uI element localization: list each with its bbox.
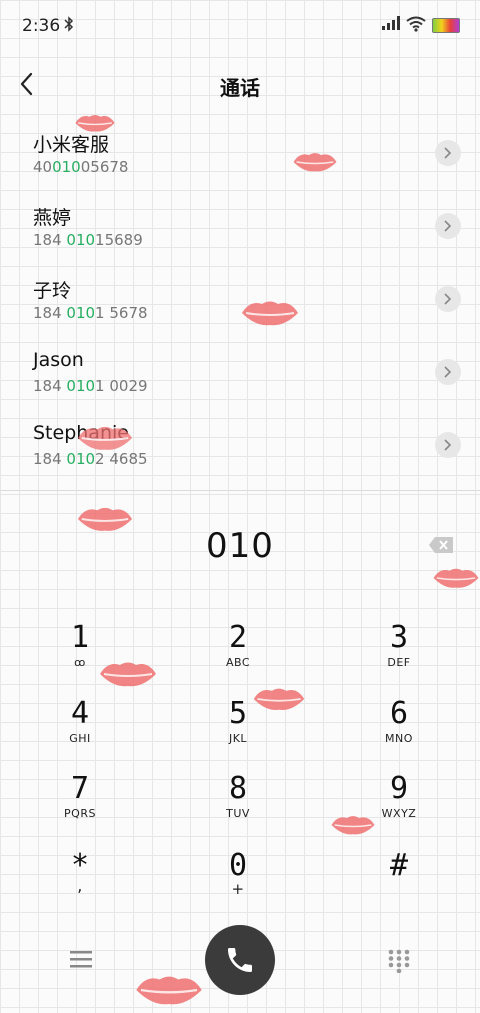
voicemail-icon: ꝏ (74, 656, 86, 669)
contact-item[interactable]: Stephanie 184 0102 4685 (0, 412, 480, 484)
key-star[interactable]: *, (20, 850, 140, 920)
status-time: 2:36 (22, 16, 61, 36)
key-2[interactable]: 2 ABC (178, 622, 298, 692)
contact-name: Jason (33, 349, 84, 371)
chevron-right-icon (444, 293, 452, 305)
dial-display[interactable]: 010 (0, 526, 480, 566)
chevron-right-icon (444, 147, 452, 159)
key-7[interactable]: 7 PQRS (20, 773, 140, 843)
backspace-icon[interactable] (428, 536, 454, 554)
call-button[interactable] (205, 925, 275, 995)
phone-icon (228, 948, 252, 972)
chevron-right-icon (444, 439, 452, 451)
contact-number: 184 01015689 (33, 231, 143, 249)
bluetooth-icon (64, 16, 74, 32)
chevron-right-icon (444, 220, 452, 232)
contact-detail-button[interactable] (435, 359, 461, 385)
page-title: 通话 (220, 76, 260, 100)
key-0[interactable]: 0 + (178, 850, 298, 920)
contact-detail-button[interactable] (435, 213, 461, 239)
contact-name: 子玲 (33, 280, 72, 302)
chevron-right-icon (444, 366, 452, 378)
contact-item[interactable]: Jason 184 0101 0029 (0, 339, 480, 411)
header: 通话 (0, 60, 480, 108)
contact-number: 184 0101 0029 (33, 377, 148, 395)
contact-item[interactable]: 燕婷 184 01015689 (0, 193, 480, 265)
battery-icon (432, 18, 460, 33)
status-bar: 2:36 (0, 0, 480, 50)
menu-icon[interactable] (70, 950, 92, 968)
signal-icon (382, 16, 400, 30)
contact-number: 184 0101 5678 (33, 304, 148, 322)
contact-name: Stephanie (33, 422, 129, 444)
contact-item[interactable]: 小米客服 4001005678 (0, 120, 480, 192)
bottom-bar (0, 925, 480, 995)
contact-detail-button[interactable] (435, 140, 461, 166)
key-8[interactable]: 8 TUV (178, 773, 298, 843)
key-5[interactable]: 5 JKL (178, 698, 298, 768)
divider (0, 490, 480, 491)
key-3[interactable]: 3 DEF (339, 622, 459, 692)
key-6[interactable]: 6 MNO (339, 698, 459, 768)
keypad-icon[interactable] (388, 949, 410, 973)
contact-name: 小米客服 (33, 134, 110, 156)
contact-detail-button[interactable] (435, 432, 461, 458)
contact-number: 4001005678 (33, 158, 129, 176)
key-1[interactable]: 1ꝏ (20, 622, 140, 692)
key-4[interactable]: 4 GHI (20, 698, 140, 768)
contact-detail-button[interactable] (435, 286, 461, 312)
wifi-icon (406, 16, 426, 32)
key-hash[interactable]: # (339, 850, 459, 920)
key-9[interactable]: 9 WXYZ (339, 773, 459, 843)
contact-item[interactable]: 子玲 184 0101 5678 (0, 266, 480, 338)
contact-number: 184 0102 4685 (33, 450, 148, 468)
contact-name: 燕婷 (33, 207, 72, 229)
